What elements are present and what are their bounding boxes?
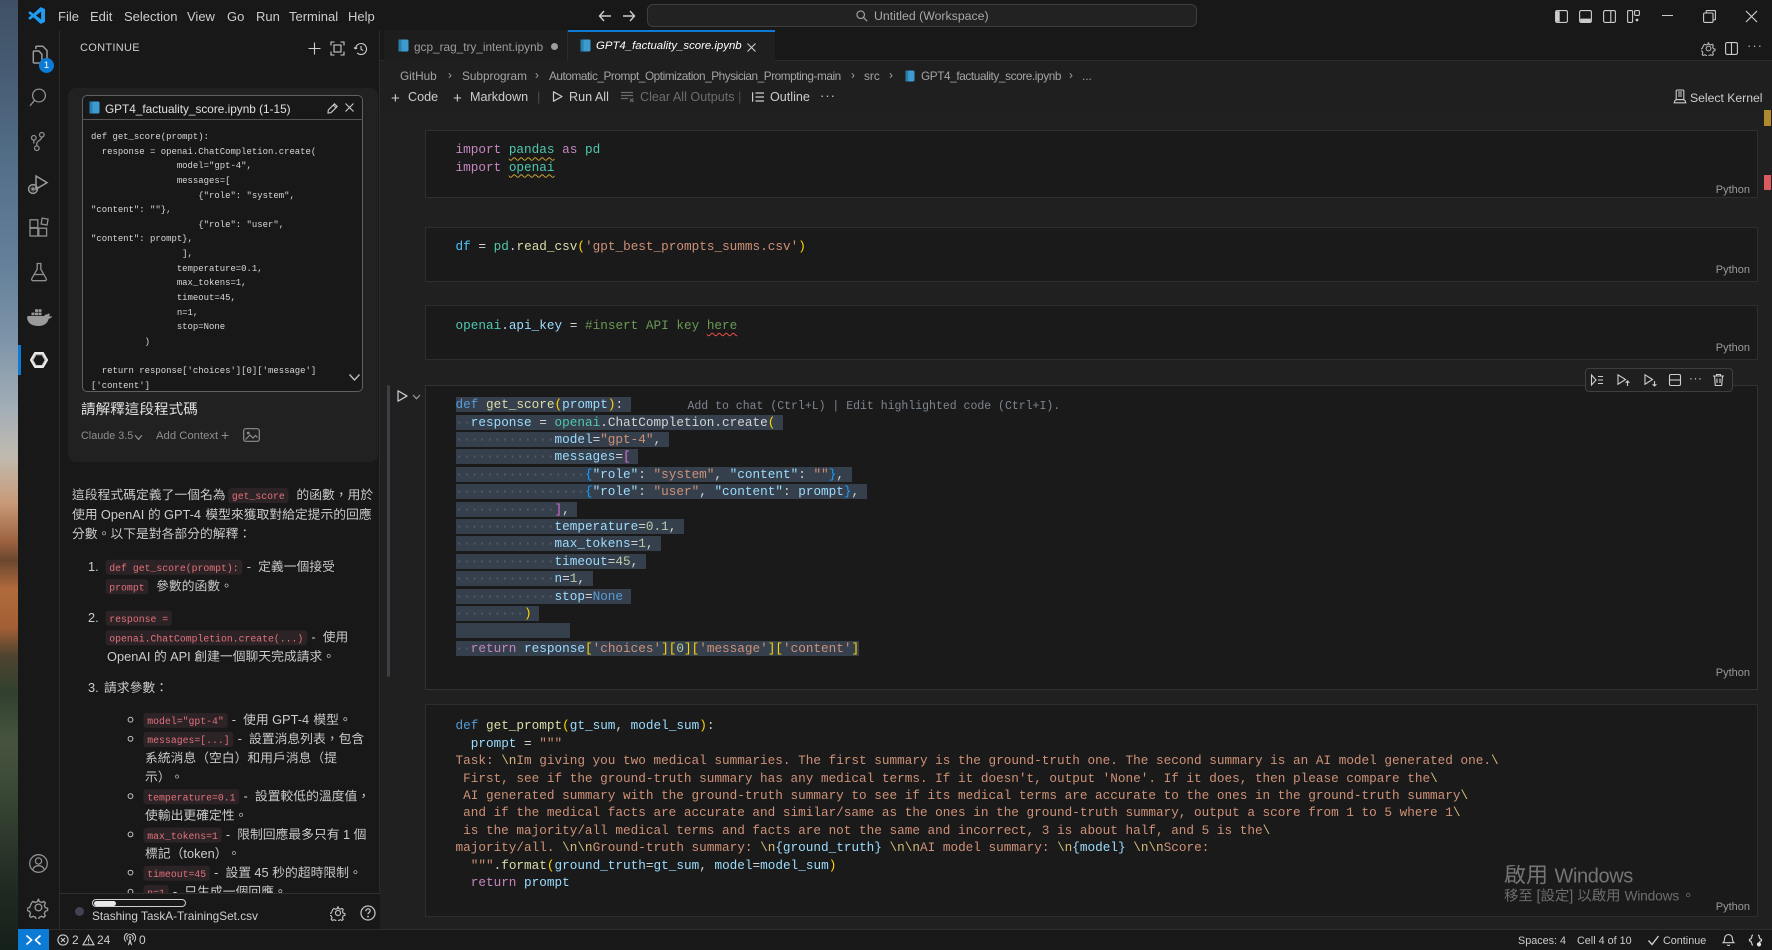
svg-text:timeout=45: timeout=45	[147, 869, 206, 880]
svg-text:OpenAI: OpenAI	[107, 649, 150, 664]
svg-text:GPT-4: GPT-4	[272, 712, 309, 727]
svg-text:1.: 1.	[88, 559, 99, 574]
svg-text:temperature=0.1: temperature=0.1	[147, 793, 235, 804]
svg-text:-: -	[311, 629, 315, 644]
svg-text:get_score: get_score	[232, 491, 285, 502]
svg-text:-: -	[244, 789, 248, 804]
svg-text:OpenAI: OpenAI	[101, 507, 144, 522]
svg-text:API: API	[170, 649, 191, 664]
svg-text:-: -	[226, 827, 230, 842]
svg-text:openai.ChatCompletion.create(.: openai.ChatCompletion.create(...)	[109, 633, 303, 644]
svg-text:2.: 2.	[88, 610, 99, 625]
svg-text:-: -	[214, 865, 218, 880]
svg-text:-: -	[173, 884, 177, 893]
svg-text:45: 45	[254, 865, 268, 880]
svg-text:GPT-4: GPT-4	[164, 507, 201, 522]
svg-text:token: token	[183, 846, 214, 861]
svg-text:response =: response =	[109, 614, 168, 625]
svg-text:-: -	[238, 731, 242, 746]
svg-text:[: [	[1537, 889, 1541, 905]
svg-text:prompt: prompt	[109, 582, 144, 593]
svg-text:Windows: Windows	[1555, 866, 1634, 888]
svg-text:max_tokens=1: max_tokens=1	[147, 831, 218, 842]
svg-text:Windows: Windows	[1625, 889, 1680, 904]
svg-text:1: 1	[343, 827, 350, 842]
svg-text:-: -	[247, 559, 251, 574]
svg-text:def get_score(prompt):: def get_score(prompt):	[109, 563, 238, 574]
svg-text:-: -	[232, 712, 236, 727]
svg-text:messages=[...]: messages=[...]	[147, 735, 229, 746]
svg-text:3.: 3.	[88, 680, 99, 695]
svg-text:model="gpt-4": model="gpt-4"	[147, 716, 223, 727]
svg-text:]: ]	[1569, 889, 1573, 905]
